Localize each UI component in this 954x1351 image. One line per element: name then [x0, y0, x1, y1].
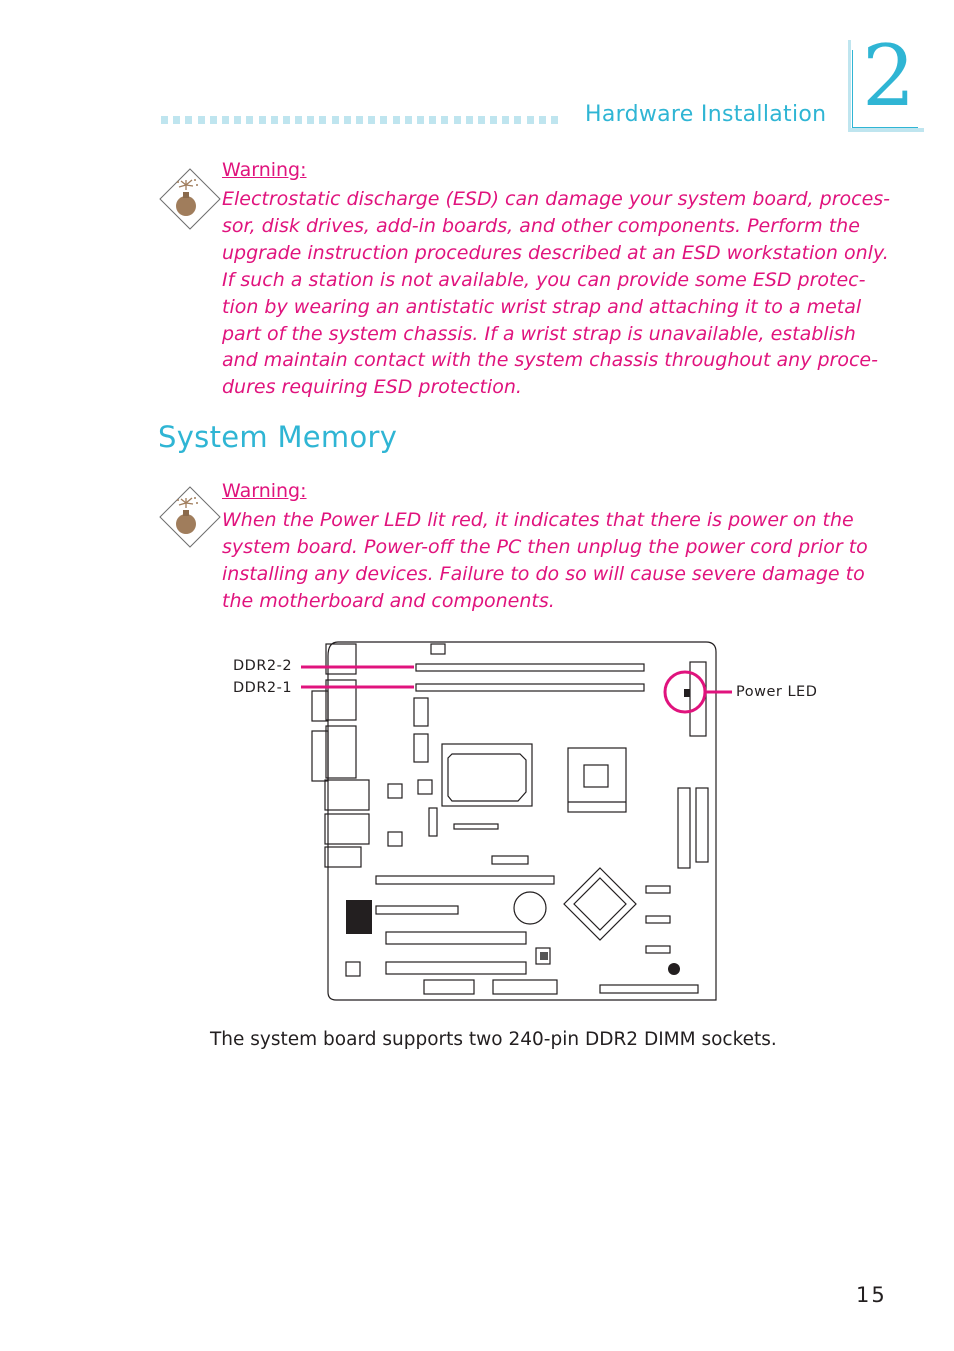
warning-power-text: When the Power LED lit red, it indicates…	[222, 507, 868, 615]
warning-title: Warning:	[222, 159, 307, 181]
warning-line: part of the system chassis. If a wrist s…	[222, 322, 856, 345]
warning-line: installing any devices. Failure to do so…	[222, 562, 865, 585]
warning-esd-text: Electrostatic discharge (ESD) can damage…	[222, 186, 891, 401]
sata-1	[645, 885, 671, 894]
bomb-warning-icon	[159, 486, 221, 548]
header-lpt	[492, 979, 558, 995]
warning-line: dures requiring ESD protection.	[222, 376, 522, 399]
front-panel-headers	[599, 984, 699, 994]
pcie-x1-slot	[375, 905, 459, 915]
page-number: 15	[856, 1283, 887, 1307]
buzzer	[668, 963, 680, 975]
section-title: Hardware Installation	[585, 102, 827, 127]
warning-line: Electrostatic discharge (ESD) can damage…	[222, 188, 891, 210]
battery	[513, 891, 547, 925]
section-heading: System Memory	[158, 420, 398, 454]
bios-chip	[346, 900, 372, 934]
chapter-tab: 2	[848, 34, 924, 132]
io-lan	[324, 779, 370, 811]
motherboard-diagram: DDR2-2 DDR2-1 Power LED	[228, 636, 828, 1006]
warning-line: tion by wearing an antistatic wrist stra…	[222, 295, 862, 318]
chapter-number: 2	[862, 27, 916, 125]
board-drawing	[301, 641, 732, 1001]
sata-3	[645, 945, 671, 954]
warning-title: Warning:	[222, 480, 307, 502]
header-dot-rule	[161, 116, 558, 124]
bomb-warning-icon	[159, 168, 221, 230]
warning-line: If such a station is not available, you …	[222, 268, 866, 291]
power-led	[684, 689, 690, 697]
pcie-x16-slot	[375, 875, 555, 885]
warning-line: When the Power LED lit red, it indicates…	[222, 509, 854, 531]
io-usb	[324, 813, 370, 845]
io-vga	[325, 725, 357, 779]
dimm-ddr2-2	[415, 663, 645, 672]
ide-connector-1	[677, 787, 691, 869]
warning-line: sor, disk drives, add-in boards, and oth…	[222, 214, 860, 237]
warning-line: the motherboard and components.	[222, 589, 555, 612]
warning-line: upgrade instruction procedures described…	[222, 241, 889, 264]
io-ps2	[325, 643, 357, 675]
ide-connector-2	[695, 787, 709, 863]
io-audio	[324, 846, 362, 868]
sata-2	[645, 915, 671, 924]
header-com	[423, 979, 475, 995]
northbridge	[441, 743, 533, 807]
warning-line: system board. Power-off the PC then unpl…	[222, 535, 868, 558]
dimm-ddr2-1	[415, 683, 645, 692]
pci-slot-2	[385, 961, 527, 975]
diagram-caption: The system board supports two 240-pin DD…	[210, 1029, 777, 1050]
warning-line: and maintain contact with the system cha…	[222, 349, 878, 372]
pci-slot-1	[385, 931, 527, 945]
